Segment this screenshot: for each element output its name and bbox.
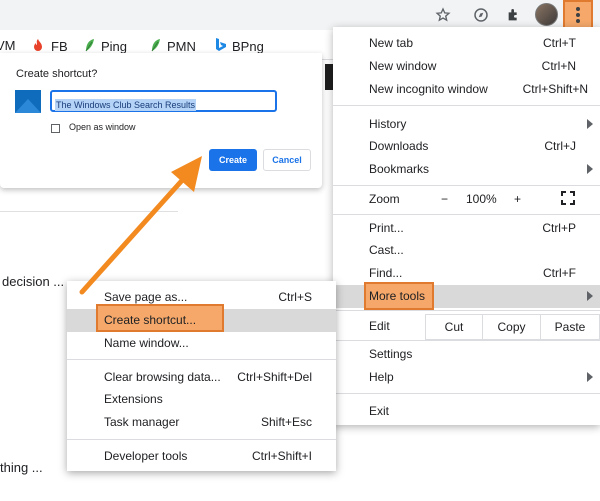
menu-item-exit[interactable]: Exit: [333, 400, 600, 423]
menu-item-shortcut: Ctrl+F: [543, 266, 576, 280]
menu-item-label: Find...: [369, 266, 403, 280]
menu-item-label: New tab: [369, 36, 414, 50]
menu-item-label: Zoom: [369, 192, 400, 206]
menu-item-label: More tools: [369, 289, 426, 303]
menu-item-help[interactable]: Help: [333, 366, 600, 389]
zoom-in-button[interactable]: +: [514, 192, 521, 206]
chevron-right-icon: [587, 291, 593, 301]
browser-toolbar: [0, 0, 600, 30]
submenu-item-create-shortcut[interactable]: Create shortcut...: [67, 304, 336, 332]
menu-separator: [67, 359, 336, 360]
submenu-item-task-manager[interactable]: Task manager Shift+Esc: [67, 411, 336, 434]
menu-item-label: Developer tools: [104, 449, 188, 463]
fullscreen-icon[interactable]: [561, 191, 575, 208]
menu-item-label: Name window...: [104, 336, 189, 350]
menu-item-new-incognito-window[interactable]: New incognito window Ctrl+Shift+N: [333, 78, 600, 101]
menu-separator: [333, 185, 600, 186]
shortcut-name-value: The Windows Club Search Results: [55, 99, 197, 111]
kebab-menu-icon[interactable]: [563, 0, 593, 29]
arrow-shaft: [79, 173, 189, 295]
more-tools-submenu: Save page as... Ctrl+S Create shortcut..…: [67, 281, 336, 471]
menu-item-shortcut: Ctrl+Shift+I: [251, 449, 312, 463]
create-button[interactable]: Create: [209, 149, 257, 171]
menu-item-label: Downloads: [369, 139, 429, 153]
menu-item-label: Help: [369, 370, 394, 384]
menu-item-label: Extensions: [104, 392, 163, 406]
menu-item-shortcut: Ctrl+N: [541, 59, 576, 73]
menu-item-print[interactable]: Print... Ctrl+P: [333, 217, 600, 240]
profile-avatar[interactable]: [535, 3, 558, 26]
menu-item-label: Create shortcut...: [104, 313, 197, 327]
zoom-level: 100%: [466, 192, 497, 206]
zoom-out-button[interactable]: −: [441, 192, 448, 206]
menu-item-shortcut: Ctrl+S: [278, 290, 312, 304]
menu-item-label: Save page as...: [104, 290, 188, 304]
menu-item-shortcut: Ctrl+Shift+N: [522, 82, 588, 96]
puzzle-icon[interactable]: [503, 4, 525, 26]
menu-separator: [333, 310, 600, 311]
menu-item-shortcut: Shift+Esc: [260, 415, 312, 429]
chevron-right-icon: [587, 164, 593, 174]
chevron-right-icon: [587, 372, 593, 382]
menu-separator: [333, 105, 600, 106]
menu-item-label: Bookmarks: [369, 162, 430, 176]
menu-item-label: New window: [369, 59, 437, 73]
create-shortcut-dialog: Create shortcut? The Windows Club Search…: [0, 53, 322, 188]
dialog-title: Create shortcut?: [16, 68, 98, 80]
submenu-item-name-window[interactable]: Name window...: [67, 332, 336, 355]
bookmark-vm[interactable]: VM: [0, 38, 16, 53]
bookmark-label: BPng: [232, 39, 264, 54]
menu-item-shortcut: Ctrl+Shift+Del: [237, 370, 312, 384]
menu-item-more-tools[interactable]: More tools: [333, 282, 600, 310]
menu-separator: [333, 393, 600, 394]
menu-item-shortcut: Ctrl+J: [544, 139, 576, 153]
menu-item-label: Task manager: [104, 415, 180, 429]
menu-separator: [333, 340, 600, 341]
menu-item-history[interactable]: History: [333, 113, 600, 136]
menu-item-label: New incognito window: [369, 82, 488, 96]
submenu-item-clear-browsing-data[interactable]: Clear browsing data... Ctrl+Shift+Del: [67, 366, 336, 389]
extension-compass-icon[interactable]: [470, 4, 492, 26]
menu-item-shortcut: Ctrl+P: [542, 221, 576, 235]
page-text: decision ...: [2, 274, 65, 289]
bookmark-label: FB: [51, 39, 68, 54]
open-as-window-checkbox[interactable]: [51, 124, 60, 133]
bookmark-label: PMN: [167, 39, 196, 54]
menu-separator: [67, 439, 336, 440]
menu-item-label: Clear browsing data...: [104, 370, 221, 384]
menu-item-label: Edit: [369, 319, 390, 333]
bookmark-label: VM: [0, 38, 16, 53]
chrome-main-menu: New tab Ctrl+T New window Ctrl+N New inc…: [333, 27, 600, 425]
bookmark-label: Ping: [101, 39, 128, 54]
menu-item-settings[interactable]: Settings: [333, 343, 600, 366]
menu-item-shortcut: Ctrl+T: [543, 36, 576, 50]
menu-item-downloads[interactable]: Downloads Ctrl+J: [333, 135, 600, 158]
menu-item-new-window[interactable]: New window Ctrl+N: [333, 55, 600, 78]
menu-item-label: Settings: [369, 347, 413, 361]
menu-item-bookmarks[interactable]: Bookmarks: [333, 158, 600, 181]
star-icon[interactable]: [432, 4, 454, 26]
menu-item-cast[interactable]: Cast...: [333, 239, 600, 262]
paste-button[interactable]: Paste: [540, 314, 600, 340]
cancel-button[interactable]: Cancel: [263, 149, 311, 171]
menu-item-label: Print...: [369, 221, 404, 235]
submenu-item-extensions[interactable]: Extensions: [67, 388, 336, 411]
open-as-window-label: Open as window: [69, 122, 136, 132]
site-favicon-icon: [15, 90, 41, 113]
copy-button[interactable]: Copy: [482, 314, 541, 340]
menu-item-label: History: [369, 117, 407, 131]
chevron-right-icon: [587, 119, 593, 129]
shortcut-name-input[interactable]: The Windows Club Search Results: [50, 90, 277, 112]
submenu-item-developer-tools[interactable]: Developer tools Ctrl+Shift+I: [67, 445, 336, 468]
page-divider: [0, 211, 178, 212]
cut-button[interactable]: Cut: [425, 314, 483, 340]
menu-item-label: Exit: [369, 404, 390, 418]
menu-separator: [333, 214, 600, 215]
menu-item-zoom: Zoom − 100% +: [333, 188, 600, 211]
menu-item-label: Cast...: [369, 243, 404, 257]
page-text: thing ...: [0, 460, 43, 475]
menu-item-new-tab[interactable]: New tab Ctrl+T: [333, 32, 600, 55]
